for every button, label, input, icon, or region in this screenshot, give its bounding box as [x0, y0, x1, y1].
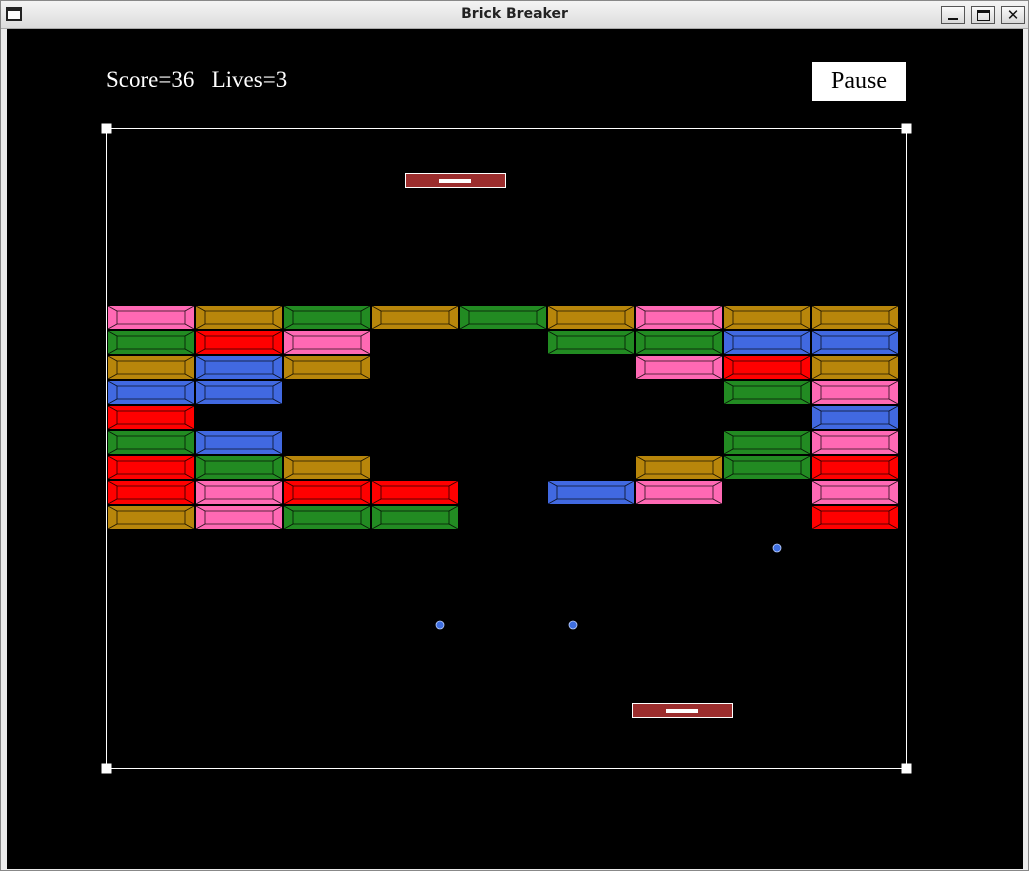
score-label: Score: [106, 67, 159, 92]
brick-green: [635, 330, 723, 355]
brick-gold: [107, 505, 195, 530]
brick-blue: [195, 355, 283, 380]
brick-pink: [107, 305, 195, 330]
brick-gold: [371, 305, 459, 330]
brick-green: [107, 330, 195, 355]
maximize-icon: [977, 10, 990, 21]
title-bar[interactable]: Brick Breaker ✕: [1, 1, 1028, 29]
lives-label: Lives: [211, 67, 263, 92]
brick-green: [723, 430, 811, 455]
corner-handle[interactable]: [101, 763, 112, 774]
brick-red: [811, 455, 899, 480]
game-window: Brick Breaker ✕ Score=36 Lives=3 Pause: [0, 0, 1029, 871]
brick-pink: [283, 330, 371, 355]
brick-red: [107, 480, 195, 505]
brick-blue: [723, 330, 811, 355]
brick-gold: [723, 305, 811, 330]
brick-pink: [635, 355, 723, 380]
brick-blue: [107, 380, 195, 405]
close-button[interactable]: ✕: [1001, 6, 1025, 24]
minimize-icon: [948, 18, 958, 20]
brick-pink: [195, 505, 283, 530]
brick-green: [283, 305, 371, 330]
brick-red: [723, 355, 811, 380]
brick-blue: [547, 480, 635, 505]
brick-red: [283, 480, 371, 505]
brick-green: [723, 455, 811, 480]
brick-gold: [283, 455, 371, 480]
brick-pink: [195, 480, 283, 505]
corner-handle[interactable]: [101, 123, 112, 134]
brick-gold: [195, 305, 283, 330]
ball: [772, 543, 782, 553]
brick-gold: [283, 355, 371, 380]
brick-red: [107, 405, 195, 430]
pause-button[interactable]: Pause: [812, 62, 906, 101]
brick-gold: [547, 305, 635, 330]
window-title: Brick Breaker: [461, 6, 568, 22]
brick-pink: [811, 430, 899, 455]
corner-handle[interactable]: [901, 763, 912, 774]
brick-green: [195, 455, 283, 480]
brick-green: [283, 505, 371, 530]
lives-value: 3: [275, 67, 288, 92]
game-canvas[interactable]: Score=36 Lives=3 Pause: [7, 29, 1023, 869]
brick-green: [107, 430, 195, 455]
brick-pink: [811, 380, 899, 405]
play-field[interactable]: [7, 29, 1023, 869]
maximize-button[interactable]: [971, 6, 995, 24]
brick-green: [371, 505, 459, 530]
brick-pink: [811, 480, 899, 505]
brick-blue: [195, 430, 283, 455]
brick-red: [371, 480, 459, 505]
brick-pink: [635, 480, 723, 505]
brick-blue: [811, 405, 899, 430]
brick-gold: [107, 355, 195, 380]
bottom-paddle[interactable]: [632, 703, 733, 718]
score-value: 36: [171, 67, 195, 92]
top-paddle[interactable]: [405, 173, 506, 188]
close-icon: ✕: [1006, 6, 1020, 24]
brick-pink: [635, 305, 723, 330]
brick-green: [723, 380, 811, 405]
brick-blue: [811, 330, 899, 355]
brick-red: [811, 505, 899, 530]
brick-gold: [811, 355, 899, 380]
brick-red: [107, 455, 195, 480]
ball: [568, 620, 578, 630]
brick-red: [195, 330, 283, 355]
brick-gold: [811, 305, 899, 330]
brick-green: [547, 330, 635, 355]
corner-handle[interactable]: [901, 123, 912, 134]
score-lives-readout: Score=36 Lives=3: [106, 67, 288, 92]
minimize-button[interactable]: [941, 6, 965, 24]
ball: [435, 620, 445, 630]
brick-gold: [635, 455, 723, 480]
brick-blue: [195, 380, 283, 405]
brick-green: [459, 305, 547, 330]
